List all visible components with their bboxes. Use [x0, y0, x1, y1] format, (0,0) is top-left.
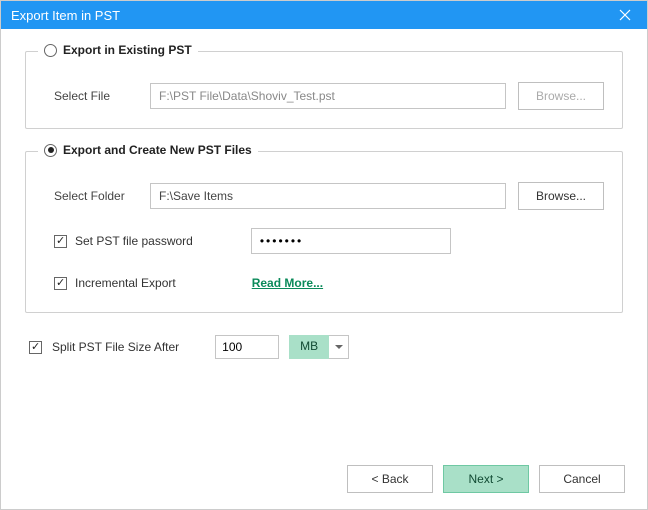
close-button[interactable] [603, 1, 647, 29]
link-read-more[interactable]: Read More... [252, 276, 323, 290]
group-create-pst: Export and Create New PST Files Select F… [25, 151, 623, 313]
group-create-legend[interactable]: Export and Create New PST Files [38, 143, 258, 157]
cancel-button[interactable]: Cancel [539, 465, 625, 493]
checkbox-split[interactable] [29, 341, 42, 354]
browse-existing-button: Browse... [518, 82, 604, 110]
group-existing-legend[interactable]: Export in Existing PST [38, 43, 198, 57]
label-select-folder: Select Folder [54, 189, 138, 203]
input-select-file [150, 83, 506, 109]
checkbox-password[interactable] [54, 235, 67, 248]
radio-existing-pst[interactable] [44, 44, 57, 57]
close-icon [619, 9, 631, 21]
back-button[interactable]: < Back [347, 465, 433, 493]
row-select-folder: Select Folder Browse... [54, 182, 604, 210]
row-incremental: Incremental Export Read More... [54, 276, 604, 290]
radio-create-pst[interactable] [44, 144, 57, 157]
titlebar: Export Item in PST [1, 1, 647, 29]
select-split-unit[interactable]: MB [289, 335, 349, 359]
legend-create-label: Export and Create New PST Files [63, 143, 252, 157]
footer-buttons: < Back Next > Cancel [347, 465, 625, 493]
label-split: Split PST File Size After [52, 340, 179, 354]
label-select-file: Select File [54, 89, 138, 103]
split-unit-value: MB [289, 335, 329, 359]
row-password: Set PST file password [54, 228, 604, 254]
window-title: Export Item in PST [11, 8, 120, 23]
input-password[interactable] [251, 228, 451, 254]
split-unit-dropdown-button[interactable] [329, 335, 349, 359]
row-split-size: Split PST File Size After MB [29, 335, 623, 359]
chevron-down-icon [335, 345, 343, 350]
row-select-file: Select File Browse... [54, 82, 604, 110]
label-password-checkbox: Set PST file password [75, 234, 193, 248]
content-area: Export in Existing PST Select File Brows… [1, 29, 647, 369]
input-split-size[interactable] [215, 335, 279, 359]
legend-existing-label: Export in Existing PST [63, 43, 192, 57]
checkbox-incremental[interactable] [54, 277, 67, 290]
label-incremental: Incremental Export [75, 276, 176, 290]
browse-create-button[interactable]: Browse... [518, 182, 604, 210]
input-select-folder[interactable] [150, 183, 506, 209]
next-button[interactable]: Next > [443, 465, 529, 493]
group-existing-pst: Export in Existing PST Select File Brows… [25, 51, 623, 129]
